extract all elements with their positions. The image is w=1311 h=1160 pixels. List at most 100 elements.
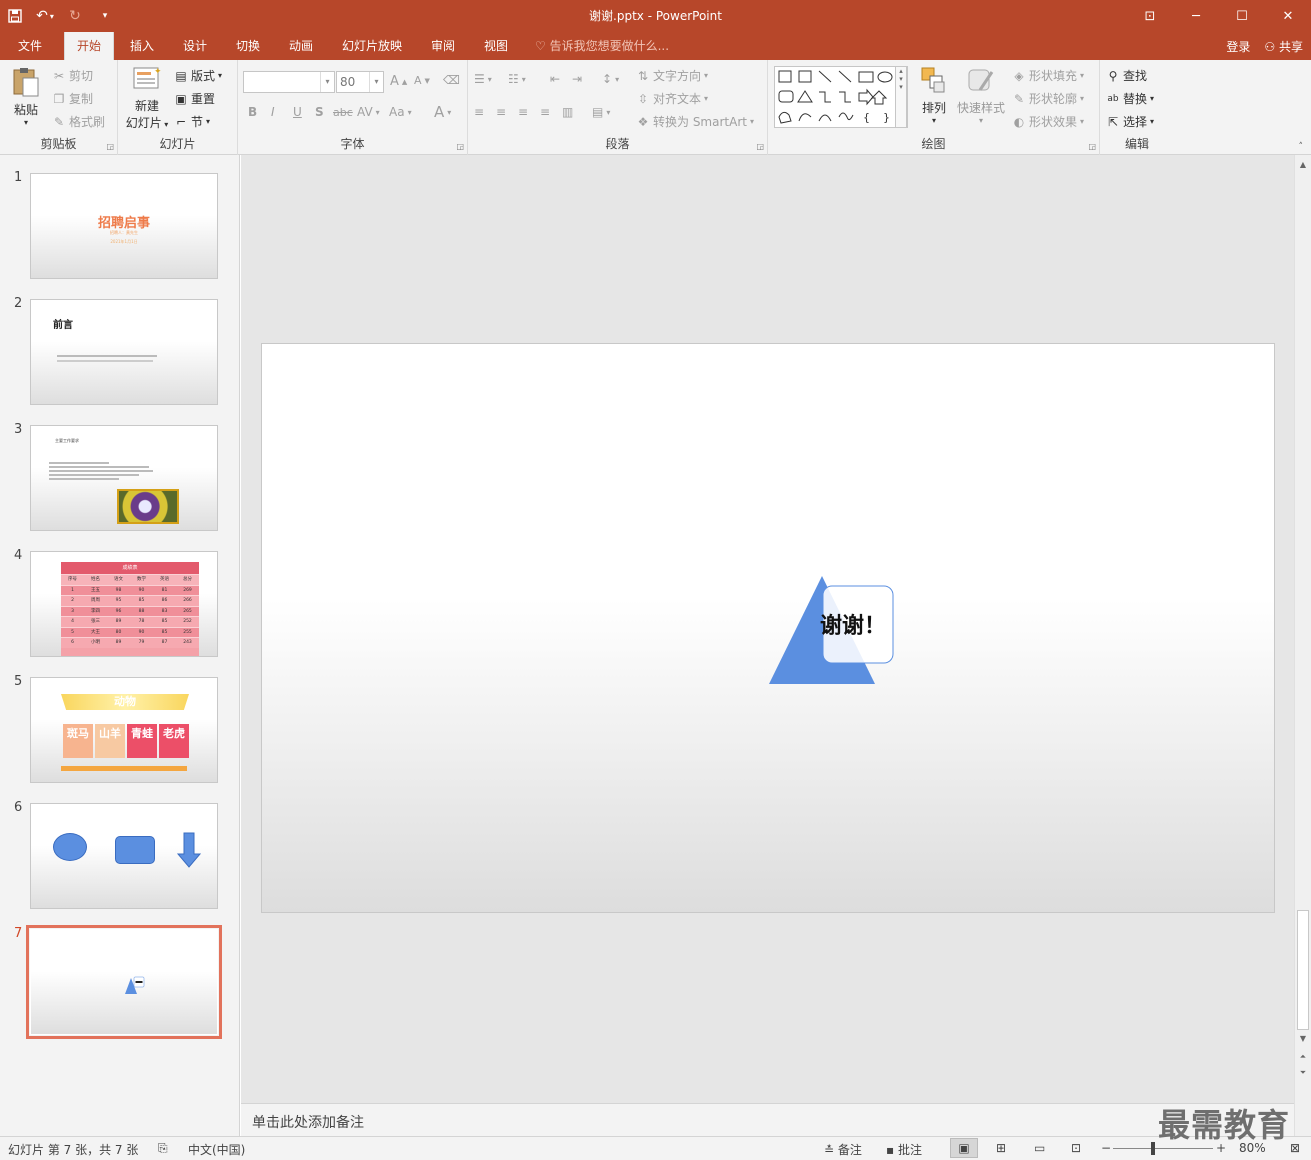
justify-icon[interactable]: ≡ (540, 105, 550, 119)
italic-button[interactable]: I (271, 105, 275, 119)
scroll-up-icon[interactable]: ▲ (1295, 157, 1311, 173)
tab-home[interactable]: 开始 (64, 32, 114, 60)
tab-design[interactable]: 设计 (173, 32, 217, 60)
tab-review[interactable]: 审阅 (421, 32, 465, 60)
align-text-button[interactable]: ⇳ 对齐文本 ▾ (636, 90, 708, 107)
slide-thumbnail-1[interactable]: 招聘启事 招聘人：黄先生 2021年1月1日 (30, 173, 218, 279)
columns-icon[interactable]: ▤ ▾ (592, 105, 610, 119)
numbering-icon[interactable]: ☷ ▾ (508, 72, 526, 86)
slideshow-view-icon[interactable]: ⊡ (1071, 1141, 1081, 1155)
signin-link[interactable]: 登录 (1226, 38, 1250, 55)
minimize-icon[interactable]: ─ (1173, 0, 1219, 32)
zoom-slider-thumb[interactable] (1151, 1142, 1155, 1155)
reset-button[interactable]: ▣ 重置 (174, 90, 215, 107)
line-spacing-icon[interactable]: ↕ ▾ (602, 72, 619, 86)
shrink-font-button[interactable]: A ▼ (414, 74, 430, 87)
underline-button[interactable]: U (293, 105, 302, 119)
font-name-box[interactable]: ▾ (243, 71, 335, 93)
shapes-gallery[interactable]: {} (774, 66, 908, 128)
quick-styles-button[interactable]: 快速样式 ▾ (954, 66, 1008, 125)
tell-me-search[interactable]: ♡ 告诉我您想要做什么... (535, 32, 669, 60)
format-painter-button[interactable]: ✎ 格式刷 (52, 113, 105, 130)
distributed-icon[interactable]: ▥ (562, 105, 573, 119)
customize-toolbar-icon[interactable]: ▾ (90, 0, 120, 32)
shape-effects-button[interactable]: ◐ 形状效果 ▾ (1012, 113, 1084, 130)
fit-to-window-icon[interactable]: ⊠ (1290, 1141, 1300, 1155)
thumb-3-textline (49, 462, 109, 464)
dialog-launcher-icon[interactable]: ◲ (756, 142, 764, 151)
tab-insert[interactable]: 插入 (120, 32, 164, 60)
decrease-indent-icon[interactable]: ⇤ (550, 72, 560, 86)
cut-button[interactable]: ✂ 剪切 (52, 67, 93, 84)
vertical-scrollbar[interactable]: ▲ ▼ ⏶ ⏷ (1294, 155, 1311, 1136)
slide-thumbnail-4[interactable]: 成绩表 序号 姓名 语文 数学 英语 总分 1 王五 98 90 81 269 2 周周 95 85 86 266… (30, 551, 218, 657)
increase-indent-icon[interactable]: ⇥ (572, 72, 582, 86)
replace-button[interactable]: ab 替换 ▾ (1106, 90, 1154, 107)
arrange-button[interactable]: 排列 ▾ (916, 66, 952, 125)
align-left-icon[interactable]: ≡ (474, 105, 484, 119)
select-button[interactable]: ⇱ 选择 ▾ (1106, 113, 1154, 130)
dialog-launcher-icon[interactable]: ◲ (456, 142, 464, 151)
comments-toggle-button[interactable]: ▪ 批注 (886, 1141, 922, 1158)
align-center-icon[interactable]: ≡ (496, 105, 506, 119)
reading-view-icon[interactable]: ▭ (1034, 1141, 1045, 1155)
slide-sorter-icon[interactable]: ⊞ (996, 1141, 1006, 1155)
shape-fill-button[interactable]: ◈ 形状填充 ▾ (1012, 67, 1084, 84)
align-right-icon[interactable]: ≡ (518, 105, 528, 119)
shape-outline-button[interactable]: ✎ 形状轮廓 ▾ (1012, 90, 1084, 107)
scrollbar-thumb[interactable] (1297, 910, 1309, 1030)
tab-slideshow[interactable]: 幻灯片放映 (334, 32, 410, 60)
font-color-button[interactable]: A ▾ (434, 103, 451, 121)
font-size-box[interactable]: 80 ▾ (336, 71, 384, 93)
redo-icon[interactable]: ↻ (60, 0, 90, 32)
new-slide-button[interactable]: ✦ 新建 幻灯片 ▾ (122, 64, 172, 131)
notes-toggle-button[interactable]: ≛ 备注 (824, 1141, 862, 1158)
char-spacing-button[interactable]: AV ▾ (357, 105, 380, 119)
strikethrough-button[interactable]: abc (333, 106, 353, 119)
undo-icon[interactable]: ↶ ▾ (30, 0, 60, 32)
paste-button[interactable]: 粘贴 ▾ (8, 66, 44, 127)
bold-button[interactable]: B (248, 105, 257, 119)
bullets-icon[interactable]: ☰ ▾ (474, 72, 492, 86)
normal-view-icon[interactable]: ▣ (950, 1138, 978, 1158)
find-button[interactable]: ⚲ 查找 (1106, 67, 1147, 84)
gallery-scroll[interactable]: ▴ ▾ ▾ (895, 66, 907, 128)
slide-thumbnail-5[interactable]: 动物 斑马 山羊 青蛙 老虎 (30, 677, 218, 783)
share-button[interactable]: ⚇ 共享 (1264, 38, 1303, 55)
dialog-launcher-icon[interactable]: ◲ (106, 142, 114, 151)
zoom-slider[interactable] (1113, 1148, 1213, 1149)
tab-transitions[interactable]: 切换 (226, 32, 270, 60)
previous-slide-icon[interactable]: ⏶ (1295, 1049, 1311, 1065)
collapse-ribbon-icon[interactable]: ˄ (1299, 142, 1304, 152)
ribbon-display-options-icon[interactable]: ⊡ (1127, 0, 1173, 32)
smartart-button[interactable]: ❖ 转换为 SmartArt ▾ (636, 113, 754, 130)
dialog-launcher-icon[interactable]: ◲ (1088, 142, 1096, 151)
next-slide-icon[interactable]: ⏷ (1295, 1065, 1311, 1081)
text-direction-button[interactable]: ⇅ 文字方向 ▾ (636, 67, 708, 84)
slide-thanks-text[interactable]: 谢谢！ (820, 608, 886, 640)
tab-file[interactable]: 文件 (6, 32, 54, 60)
text-shadow-button[interactable]: S (315, 105, 324, 119)
save-icon[interactable] (0, 0, 30, 32)
copy-button[interactable]: ❐ 复制 (52, 90, 93, 107)
close-icon[interactable]: ✕ (1265, 0, 1311, 32)
tab-view[interactable]: 视图 (474, 32, 518, 60)
maximize-icon[interactable]: ☐ (1219, 0, 1265, 32)
slide-thumbnail-2[interactable]: 前言 (30, 299, 218, 405)
language-indicator[interactable]: 中文(中国) (188, 1141, 245, 1158)
notes-pane[interactable]: 单击此处添加备注 (241, 1103, 1294, 1136)
grow-font-button[interactable]: A ▲ (390, 74, 407, 89)
slide-thumbnail-3[interactable]: 主要工作要求 (30, 425, 218, 531)
zoom-out-icon[interactable]: − (1101, 1141, 1111, 1155)
section-button[interactable]: ⌐ 节 ▾ (174, 113, 210, 130)
slide-thumbnail-6[interactable] (30, 803, 218, 909)
spellcheck-icon[interactable]: ⎘ (158, 1141, 168, 1156)
change-case-button[interactable]: Aa ▾ (389, 105, 412, 119)
current-slide[interactable]: 谢谢！ (261, 343, 1275, 913)
slide-thumbnail-pane[interactable]: 1 招聘启事 招聘人：黄先生 2021年1月1日 2 前言 3 主要工作要求 4… (0, 155, 240, 1136)
tab-animations[interactable]: 动画 (279, 32, 323, 60)
clear-format-icon[interactable]: ⌫ (443, 73, 460, 87)
slide-thumbnail-7[interactable] (26, 925, 222, 1039)
scroll-down-icon[interactable]: ▼ (1295, 1031, 1311, 1047)
layout-button[interactable]: ▤ 版式 ▾ (174, 67, 222, 84)
